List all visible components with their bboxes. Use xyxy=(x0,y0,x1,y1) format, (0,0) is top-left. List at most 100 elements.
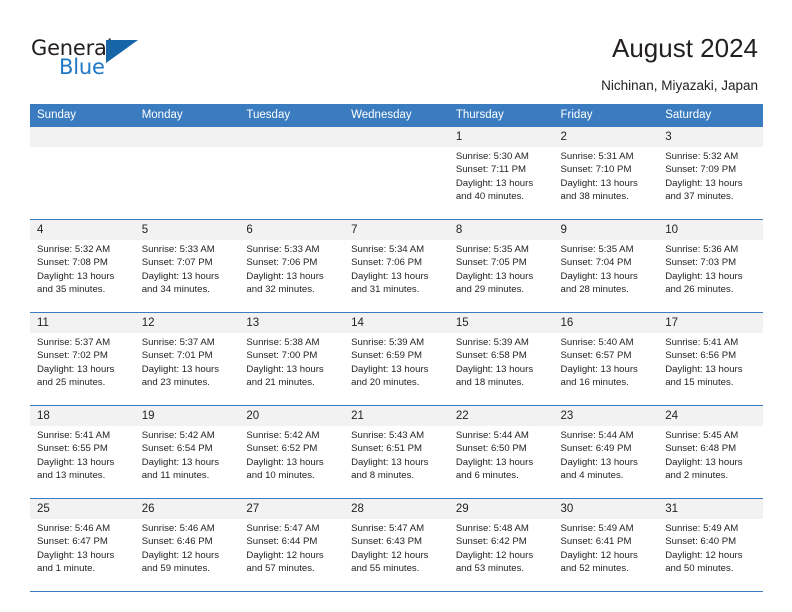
day-number: 15 xyxy=(448,313,554,333)
calendar-day-cell[interactable]: 22 Sunrise: 5:44 AM Sunset: 6:50 PM Dayligh… xyxy=(448,405,554,499)
day-number: 11 xyxy=(30,313,135,333)
day-number: 6 xyxy=(239,220,345,240)
calendar-day-cell[interactable]: 1 Sunrise: 5:30 AM Sunset: 7:11 PM Daylight… xyxy=(448,126,554,220)
day-number xyxy=(344,127,449,147)
sunrise-text: Sunrise: 5:49 AM xyxy=(665,523,739,534)
calendar-day-cell[interactable]: 5 Sunrise: 5:33 AM Sunset: 7:07 PM Daylight… xyxy=(134,219,240,313)
calendar-day-cell[interactable]: 11 Sunrise: 5:37 AM Sunset: 7:02 PM Dayligh… xyxy=(30,312,135,406)
day-cell-inner: 26 Sunrise: 5:46 AM Sunset: 6:46 PM Dayligh… xyxy=(134,499,240,591)
day-sun-info: Sunrise: 5:37 AM Sunset: 7:01 PM Daylight:… xyxy=(135,333,240,390)
calendar-day-cell[interactable]: 16 Sunrise: 5:40 AM Sunset: 6:57 PM Dayligh… xyxy=(553,312,659,406)
sunrise-text: Sunrise: 5:41 AM xyxy=(37,430,111,441)
weekday-header-thursday: Thursday xyxy=(448,104,554,127)
day-number: 8 xyxy=(448,220,554,240)
day-number: 30 xyxy=(553,499,659,519)
calendar-day-cell[interactable]: 26 Sunrise: 5:46 AM Sunset: 6:46 PM Dayligh… xyxy=(134,498,240,592)
sunrise-text: Sunrise: 5:35 AM xyxy=(455,244,529,255)
sunset-text: Sunset: 6:47 PM xyxy=(37,536,108,548)
day-number: 16 xyxy=(553,313,659,333)
daylight-text: Daylight: 13 hours and 21 minutes. xyxy=(246,363,324,389)
calendar-day-cell[interactable]: 31 Sunrise: 5:49 AM Sunset: 6:40 PM Dayligh… xyxy=(658,498,763,592)
calendar-day-cell[interactable]: 3 Sunrise: 5:32 AM Sunset: 7:09 PM Daylight… xyxy=(658,126,763,220)
calendar-day-cell[interactable]: 14 Sunrise: 5:39 AM Sunset: 6:59 PM Dayligh… xyxy=(344,312,449,406)
calendar-day-cell[interactable]: 15 Sunrise: 5:39 AM Sunset: 6:58 PM Dayligh… xyxy=(448,312,554,406)
calendar-day-cell[interactable]: 25 Sunrise: 5:46 AM Sunset: 6:47 PM Dayligh… xyxy=(30,498,135,592)
day-cell-inner: 21 Sunrise: 5:43 AM Sunset: 6:51 PM Dayligh… xyxy=(344,406,449,498)
calendar-day-cell[interactable]: 7 Sunrise: 5:34 AM Sunset: 7:06 PM Daylight… xyxy=(344,219,449,313)
calendar-day-cell[interactable]: 28 Sunrise: 5:47 AM Sunset: 6:43 PM Dayligh… xyxy=(344,498,449,592)
sunrise-text: Sunrise: 5:47 AM xyxy=(246,523,320,534)
sunset-text: Sunset: 6:40 PM xyxy=(665,536,737,548)
calendar-day-cell[interactable]: 10 Sunrise: 5:36 AM Sunset: 7:03 PM Dayligh… xyxy=(658,219,763,313)
sunrise-text: Sunrise: 5:32 AM xyxy=(665,151,739,162)
calendar-day-cell[interactable]: 24 Sunrise: 5:45 AM Sunset: 6:48 PM Dayligh… xyxy=(658,405,763,499)
day-sun-info: Sunrise: 5:42 AM Sunset: 6:54 PM Daylight:… xyxy=(135,426,240,483)
sunset-text: Sunset: 6:52 PM xyxy=(246,443,318,455)
daylight-text: Daylight: 13 hours and 26 minutes. xyxy=(665,270,743,296)
sunset-text: Sunset: 7:09 PM xyxy=(665,164,737,176)
day-cell-inner: 28 Sunrise: 5:47 AM Sunset: 6:43 PM Dayligh… xyxy=(344,499,449,591)
sunset-text: Sunset: 7:06 PM xyxy=(351,257,423,269)
daylight-text: Daylight: 13 hours and 20 minutes. xyxy=(351,363,429,389)
day-sun-info: Sunrise: 5:36 AM Sunset: 7:03 PM Daylight:… xyxy=(658,240,763,297)
day-sun-info: Sunrise: 5:42 AM Sunset: 6:52 PM Daylight:… xyxy=(239,426,344,483)
calendar-day-cell[interactable]: 12 Sunrise: 5:37 AM Sunset: 7:01 PM Dayligh… xyxy=(134,312,240,406)
day-cell-inner xyxy=(134,127,240,219)
sunset-text: Sunset: 6:42 PM xyxy=(455,536,527,548)
calendar-day-cell[interactable]: 9 Sunrise: 5:35 AM Sunset: 7:04 PM Daylight… xyxy=(553,219,659,313)
sunset-text: Sunset: 7:10 PM xyxy=(560,164,632,176)
calendar-day-cell[interactable]: 21 Sunrise: 5:43 AM Sunset: 6:51 PM Dayligh… xyxy=(344,405,449,499)
day-cell-inner: 1 Sunrise: 5:30 AM Sunset: 7:11 PM Daylight… xyxy=(448,127,554,219)
sunset-text: Sunset: 6:43 PM xyxy=(351,536,423,548)
calendar-day-cell[interactable]: 18 Sunrise: 5:41 AM Sunset: 6:55 PM Dayligh… xyxy=(30,405,135,499)
day-sun-info: Sunrise: 5:49 AM Sunset: 6:41 PM Daylight:… xyxy=(554,519,659,576)
daylight-text: Daylight: 13 hours and 37 minutes. xyxy=(665,177,743,203)
day-cell-inner: 8 Sunrise: 5:35 AM Sunset: 7:05 PM Daylight… xyxy=(448,220,554,312)
calendar-day-cell[interactable]: 13 Sunrise: 5:38 AM Sunset: 7:00 PM Dayligh… xyxy=(239,312,345,406)
day-sun-info: Sunrise: 5:35 AM Sunset: 7:05 PM Daylight:… xyxy=(449,240,554,297)
calendar-day-cell[interactable]: 4 Sunrise: 5:32 AM Sunset: 7:08 PM Daylight… xyxy=(30,219,135,313)
calendar-day-cell[interactable]: 19 Sunrise: 5:42 AM Sunset: 6:54 PM Dayligh… xyxy=(134,405,240,499)
day-number: 18 xyxy=(30,406,135,426)
day-sun-info: Sunrise: 5:33 AM Sunset: 7:07 PM Daylight:… xyxy=(135,240,240,297)
calendar-day-cell[interactable]: 29 Sunrise: 5:48 AM Sunset: 6:42 PM Dayligh… xyxy=(448,498,554,592)
day-cell-inner xyxy=(344,127,449,219)
sunset-text: Sunset: 6:56 PM xyxy=(665,350,737,362)
sunrise-text: Sunrise: 5:37 AM xyxy=(141,337,215,348)
daylight-text: Daylight: 13 hours and 10 minutes. xyxy=(246,456,324,482)
day-cell-inner: 30 Sunrise: 5:49 AM Sunset: 6:41 PM Dayligh… xyxy=(553,499,659,591)
daylight-text: Daylight: 13 hours and 11 minutes. xyxy=(141,456,220,482)
day-sun-info: Sunrise: 5:31 AM Sunset: 7:10 PM Daylight:… xyxy=(554,147,659,204)
day-number: 9 xyxy=(553,220,659,240)
calendar-day-cell[interactable]: 20 Sunrise: 5:42 AM Sunset: 6:52 PM Dayligh… xyxy=(239,405,345,499)
daylight-text: Daylight: 12 hours and 52 minutes. xyxy=(560,549,638,575)
day-number: 27 xyxy=(239,499,345,519)
sunrise-text: Sunrise: 5:38 AM xyxy=(246,337,320,348)
day-cell-inner: 27 Sunrise: 5:47 AM Sunset: 6:44 PM Dayligh… xyxy=(239,499,345,591)
day-sun-info: Sunrise: 5:39 AM Sunset: 6:58 PM Daylight:… xyxy=(449,333,554,390)
general-blue-logo[interactable]: General Blue xyxy=(31,36,161,84)
calendar-day-cell[interactable]: 30 Sunrise: 5:49 AM Sunset: 6:41 PM Dayligh… xyxy=(553,498,659,592)
sunset-text: Sunset: 7:01 PM xyxy=(141,350,213,362)
day-cell-inner: 12 Sunrise: 5:37 AM Sunset: 7:01 PM Dayligh… xyxy=(134,313,240,405)
day-cell-inner: 29 Sunrise: 5:48 AM Sunset: 6:42 PM Dayligh… xyxy=(448,499,554,591)
daylight-text: Daylight: 12 hours and 59 minutes. xyxy=(141,549,220,575)
day-number: 24 xyxy=(658,406,763,426)
day-sun-info: Sunrise: 5:32 AM Sunset: 7:08 PM Daylight:… xyxy=(30,240,135,297)
calendar-day-cell[interactable]: 2 Sunrise: 5:31 AM Sunset: 7:10 PM Daylight… xyxy=(553,126,659,220)
daylight-text: Daylight: 13 hours and 16 minutes. xyxy=(560,363,638,389)
calendar-day-cell[interactable]: 27 Sunrise: 5:47 AM Sunset: 6:44 PM Dayligh… xyxy=(239,498,345,592)
calendar-day-cell[interactable]: 17 Sunrise: 5:41 AM Sunset: 6:56 PM Dayligh… xyxy=(658,312,763,406)
day-number: 31 xyxy=(658,499,763,519)
calendar-day-cell[interactable]: 23 Sunrise: 5:44 AM Sunset: 6:49 PM Dayligh… xyxy=(553,405,659,499)
sunset-text: Sunset: 6:48 PM xyxy=(665,443,737,455)
calendar-day-cell[interactable]: 8 Sunrise: 5:35 AM Sunset: 7:05 PM Daylight… xyxy=(448,219,554,313)
day-sun-info: Sunrise: 5:30 AM Sunset: 7:11 PM Daylight:… xyxy=(449,147,554,204)
day-cell-inner: 9 Sunrise: 5:35 AM Sunset: 7:04 PM Daylight… xyxy=(553,220,659,312)
daylight-text: Daylight: 13 hours and 6 minutes. xyxy=(455,456,534,482)
day-sun-info: Sunrise: 5:41 AM Sunset: 6:55 PM Daylight:… xyxy=(30,426,135,483)
daylight-text: Daylight: 13 hours and 31 minutes. xyxy=(351,270,429,296)
weekday-header-friday: Friday xyxy=(553,104,659,127)
calendar-day-cell[interactable]: 6 Sunrise: 5:33 AM Sunset: 7:06 PM Daylight… xyxy=(239,219,345,313)
weekday-header-wednesday: Wednesday xyxy=(344,104,449,127)
